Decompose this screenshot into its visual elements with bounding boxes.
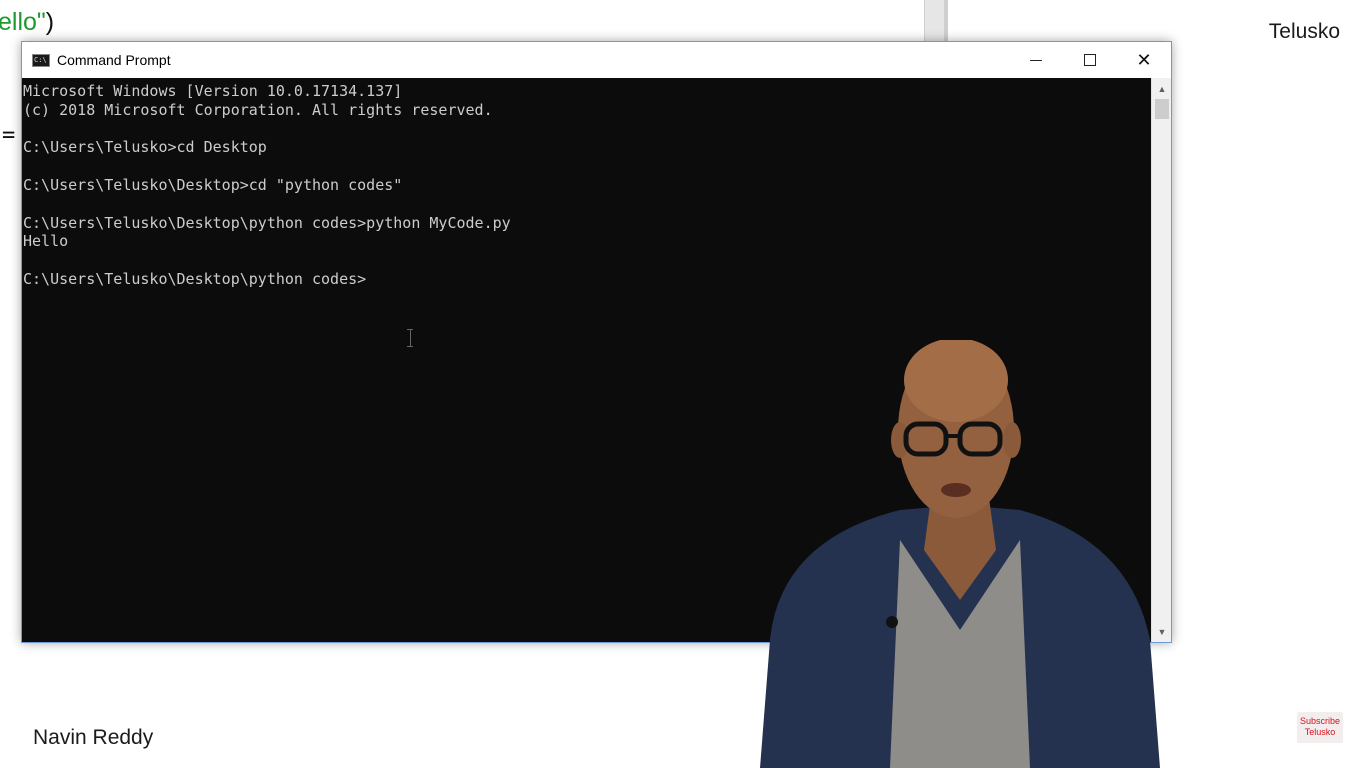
code-string: ello" [0, 8, 46, 36]
console-line: Hello [23, 232, 69, 251]
maximize-button[interactable] [1063, 42, 1117, 78]
console-line: Microsoft Windows [Version 10.0.17134.13… [23, 82, 403, 100]
close-button[interactable]: ✕ [1117, 42, 1171, 78]
console-line: C:\Users\Telusko\Desktop\python codes>py… [23, 213, 511, 232]
console-prompt-line: C:\Users\Telusko\Desktop\python codes> [23, 269, 367, 288]
presenter-name: Navin Reddy [33, 726, 154, 749]
subscribe-button[interactable]: Subscribe Telusko [1297, 712, 1343, 743]
text-cursor-icon [407, 329, 413, 347]
window-controls: ✕ [1009, 42, 1171, 78]
console-line: C:\Users\Telusko>cd Desktop [23, 138, 267, 157]
subscribe-channel: Telusko [1304, 727, 1336, 737]
scroll-thumb[interactable] [1155, 99, 1169, 119]
editor-scrollbar[interactable] [924, 0, 946, 44]
console-lines: Microsoft Windows [Version 10.0.17134.13… [23, 82, 511, 289]
code-fragment: ello") [0, 6, 54, 38]
console-app-icon [32, 53, 50, 67]
presenter-video [760, 340, 1160, 768]
maximize-icon [1084, 54, 1096, 66]
console-line: C:\Users\Telusko\Desktop>cd "python code… [23, 175, 403, 194]
window-title: Command Prompt [57, 52, 171, 68]
code-equals-sign: = [2, 123, 16, 148]
close-icon: ✕ [1136, 49, 1152, 71]
code-paren: ) [45, 8, 55, 36]
console-line: (c) 2018 Microsoft Corporation. All righ… [23, 100, 493, 119]
background-editor: ello") [0, 0, 948, 44]
editor-divider [944, 0, 948, 44]
scroll-up-arrow-icon[interactable]: ▲ [1152, 80, 1172, 97]
minimize-button[interactable] [1009, 42, 1063, 78]
title-bar[interactable]: Command Prompt ✕ [22, 42, 1171, 78]
brand-label: Telusko [1268, 20, 1340, 43]
minimize-icon [1030, 59, 1042, 61]
subscribe-label: Subscribe [1299, 716, 1341, 726]
